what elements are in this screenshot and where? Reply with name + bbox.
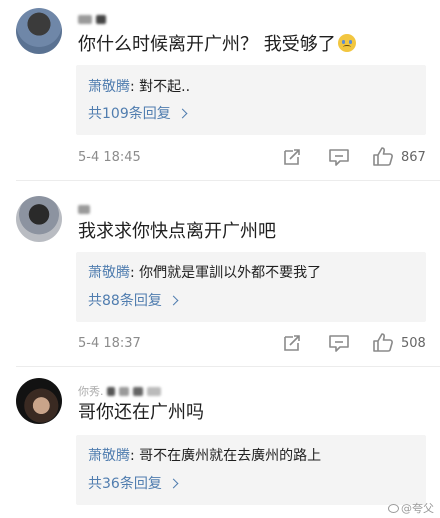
comment-icon[interactable]: [328, 333, 350, 353]
chevron-right-icon: [168, 478, 179, 489]
reply-text: : 你們就是軍訓以外都不要我了: [130, 265, 322, 281]
username[interactable]: [78, 12, 110, 26]
comment-2: 我求求你快点离开广州吧 萧敬腾: 你們就是軍訓以外都不要我了 共88条回复 5-…: [0, 190, 440, 370]
chevron-right-icon: [168, 295, 179, 306]
like-icon[interactable]: [372, 331, 394, 353]
comment-text: 我求求你快点离开广州吧: [78, 221, 276, 242]
watermark: @夸父: [388, 500, 434, 516]
reply-text: : 哥不在廣州就在去廣州的路上: [130, 448, 322, 464]
timestamp: 5-4 18:45: [78, 150, 141, 165]
comment-text: 哥你还在广州吗: [78, 402, 204, 423]
view-replies-link[interactable]: 共88条回复: [88, 292, 179, 310]
view-replies-link[interactable]: 共109条回复: [88, 105, 188, 123]
share-icon[interactable]: [282, 147, 302, 167]
reply-preview: 萧敬腾: 你們就是軍訓以外都不要我了: [88, 264, 321, 282]
comment-1: 你什么时候离开广州？ 我受够了 萧敬腾: 對不起.. 共109条回复 5-4 1…: [0, 0, 440, 181]
avatar[interactable]: [16, 378, 62, 424]
timestamp: 5-4 18:37: [78, 336, 141, 351]
reply-text: : 對不起..: [130, 79, 191, 95]
divider: [16, 180, 440, 181]
reply-box[interactable]: 萧敬腾: 對不起.. 共109条回复: [76, 65, 426, 135]
share-icon[interactable]: [282, 333, 302, 353]
view-replies-link[interactable]: 共36条回复: [88, 475, 179, 493]
crying-emoji-icon: [337, 34, 356, 52]
chevron-right-icon: [177, 108, 188, 119]
like-icon[interactable]: [372, 145, 394, 167]
avatar[interactable]: [16, 8, 62, 54]
reply-preview: 萧敬腾: 哥不在廣州就在去廣州的路上: [88, 447, 321, 465]
comment-text: 你什么时候离开广州？ 我受够了: [78, 33, 356, 57]
reply-author[interactable]: 萧敬腾: [88, 448, 130, 464]
comment-icon[interactable]: [328, 147, 350, 167]
weibo-logo-icon: [388, 504, 399, 513]
reply-author[interactable]: 萧敬腾: [88, 79, 130, 95]
divider: [16, 366, 440, 367]
reply-author[interactable]: 萧敬腾: [88, 265, 130, 281]
comment-3: 你秀. 哥你还在广州吗 萧敬腾: 哥不在廣州就在去廣州的路上 共36条回复: [0, 372, 440, 518]
reply-box[interactable]: 萧敬腾: 哥不在廣州就在去廣州的路上 共36条回复: [76, 435, 426, 505]
username[interactable]: 你秀.: [78, 384, 165, 398]
avatar[interactable]: [16, 196, 62, 242]
like-count: 867: [401, 150, 426, 165]
reply-preview: 萧敬腾: 對不起..: [88, 78, 190, 96]
like-count: 508: [401, 336, 426, 351]
reply-box[interactable]: 萧敬腾: 你們就是軍訓以外都不要我了 共88条回复: [76, 252, 426, 322]
username[interactable]: [78, 202, 94, 216]
